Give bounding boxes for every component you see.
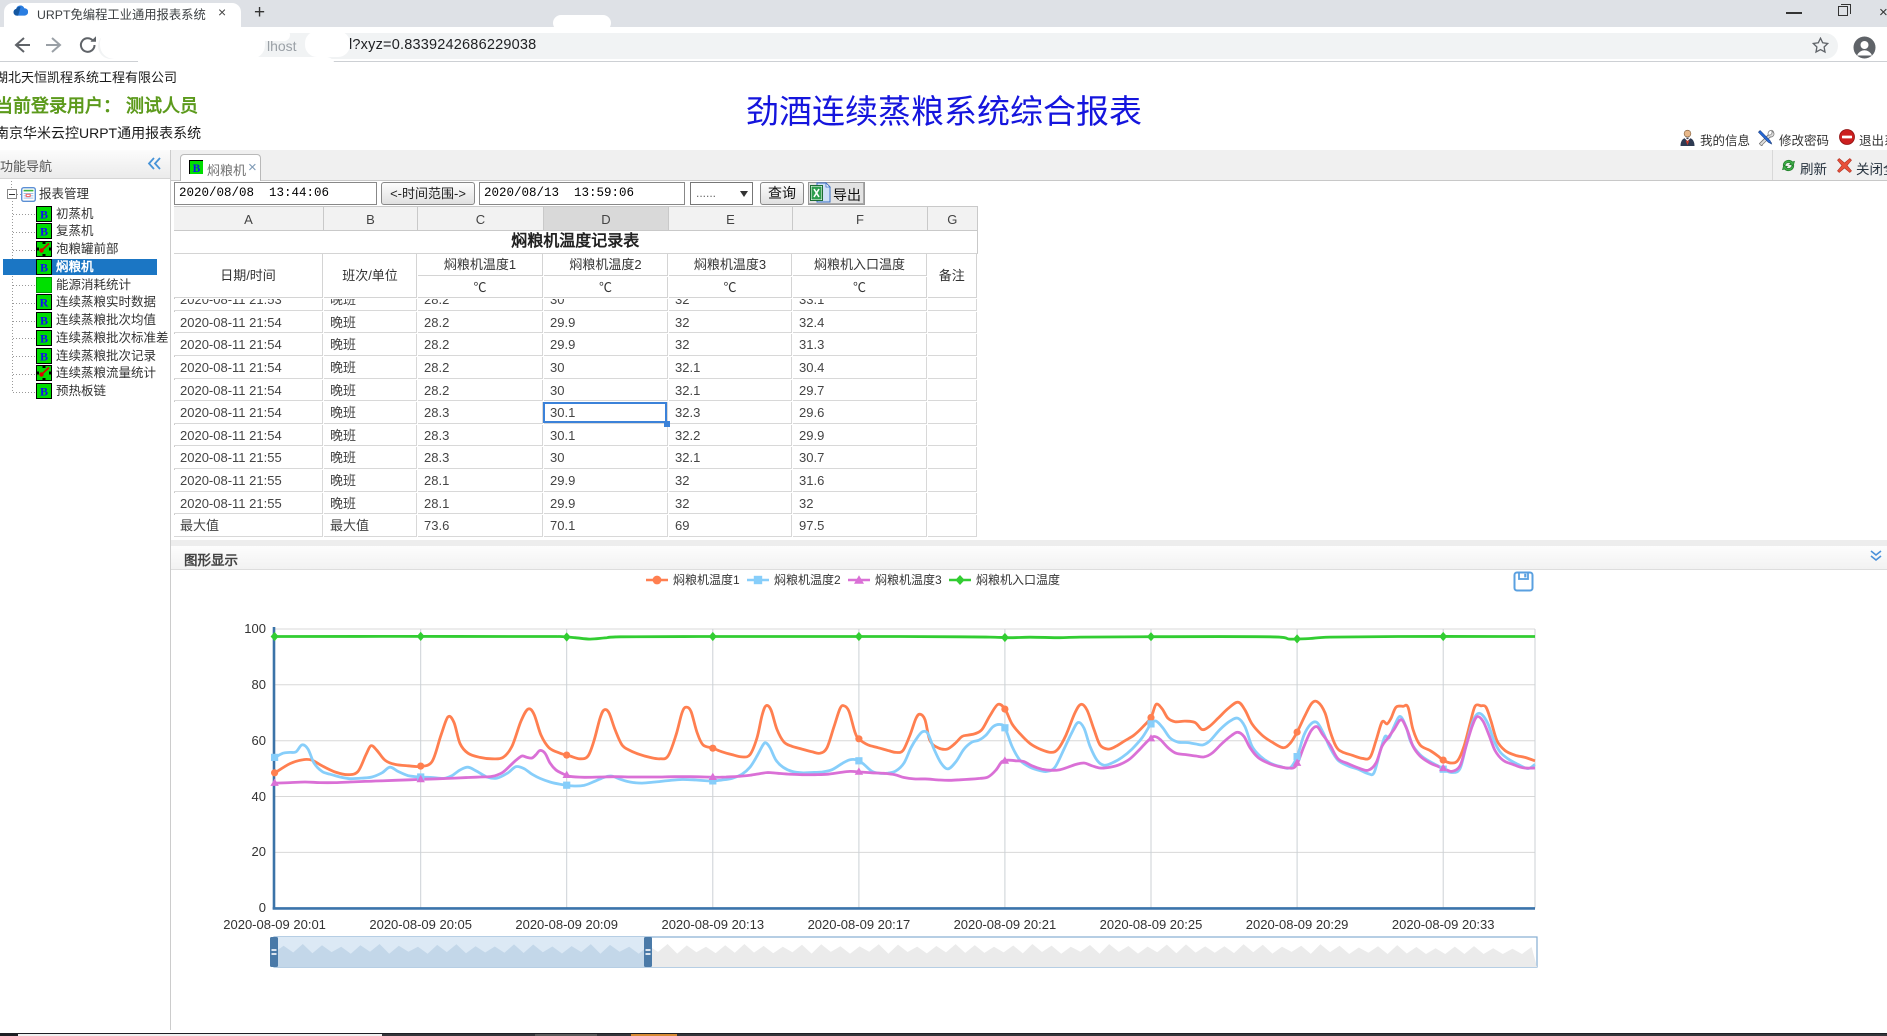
svg-text:B: B xyxy=(40,261,48,275)
svg-text:B: B xyxy=(40,225,48,239)
svg-text:R: R xyxy=(40,296,49,310)
svg-text:B: B xyxy=(40,350,48,364)
svg-text:B: B xyxy=(40,385,48,399)
svg-text:B: B xyxy=(40,208,48,222)
svg-text:B: B xyxy=(40,314,48,328)
svg-text:B: B xyxy=(40,332,48,346)
svg-text:B: B xyxy=(193,163,201,174)
